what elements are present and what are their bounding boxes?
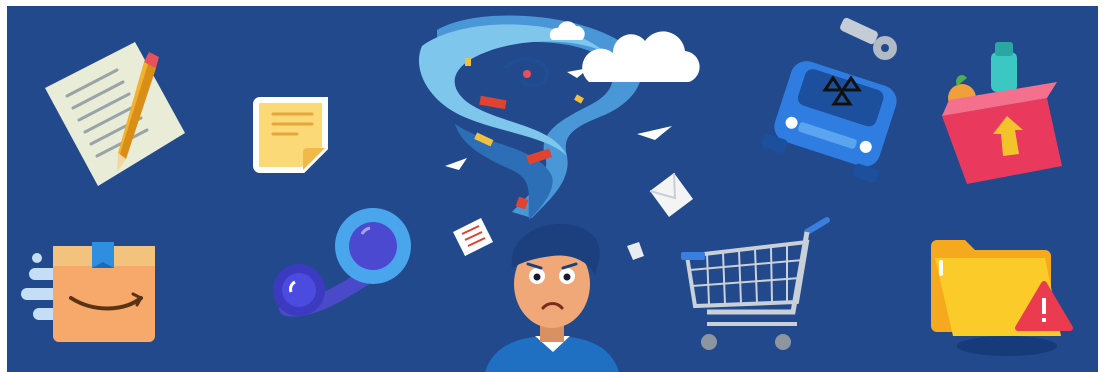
stressed-person-illustration [485, 224, 619, 372]
sticky-note-icon [253, 97, 328, 173]
hero-banner [7, 6, 1098, 372]
shopping-cart-icon [681, 217, 830, 350]
notepad-pencil-icon [45, 42, 185, 186]
email-envelope-icon [627, 172, 693, 260]
grocery-box-icon [942, 42, 1062, 184]
document-icon [453, 218, 493, 256]
amazon-package-icon [21, 242, 155, 342]
folder-warning-icon [931, 240, 1073, 356]
voicemail-icon [273, 208, 411, 317]
car-key-icon [761, 17, 897, 183]
